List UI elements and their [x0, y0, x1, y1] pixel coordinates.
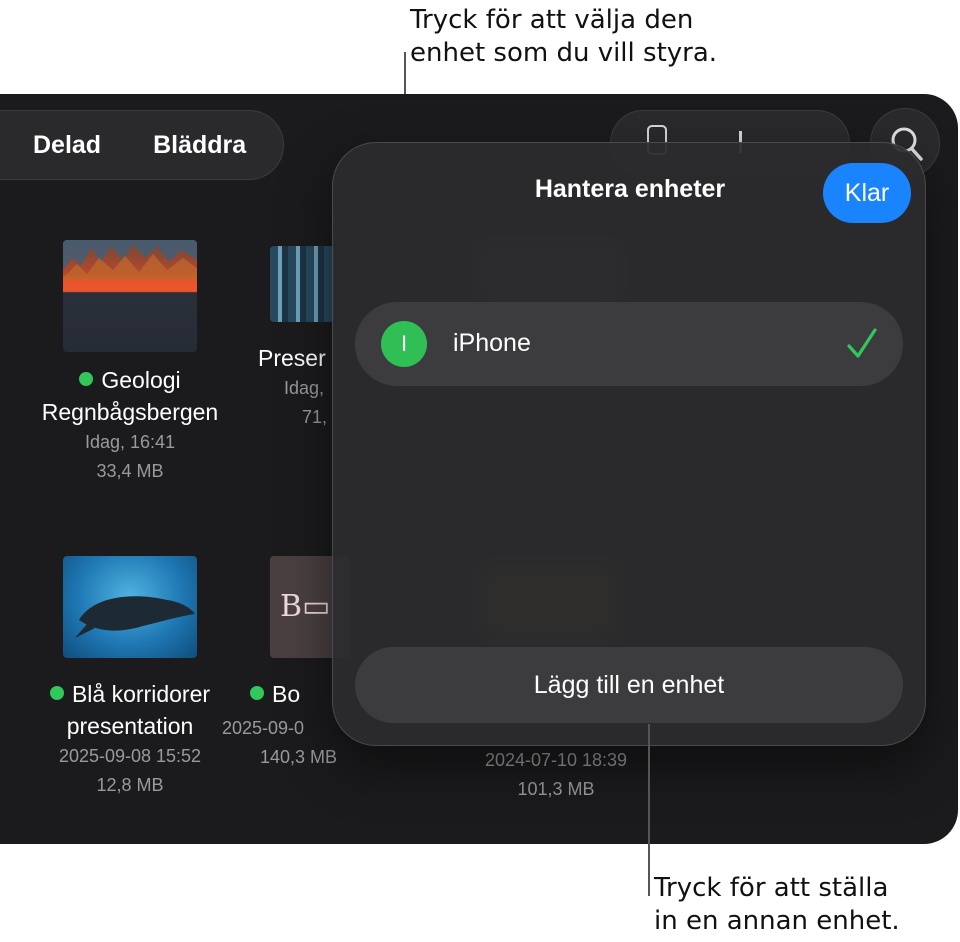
file-date: Idag, 16:41 [84, 432, 176, 452]
done-button[interactable]: Klar [823, 163, 911, 223]
checkmark-icon [847, 328, 877, 358]
sync-status-dot [250, 686, 264, 700]
device-name: iPhone [453, 329, 531, 357]
app-window: Delad Bläddra Geologi Regnbågsbergen Ida… [0, 94, 958, 844]
callout-add-device: Tryck för att ställa in en annan enhet. [654, 872, 954, 938]
file-size: 12,8 MB [96, 775, 164, 795]
tab-browse[interactable]: Bläddra [153, 131, 246, 160]
sync-status-dot [79, 372, 94, 386]
device-avatar: I [381, 321, 427, 367]
callout-line: enhet som du vill styra. [410, 38, 718, 68]
file-thumbnail [63, 240, 197, 352]
file-size: 101,3 MB [517, 779, 595, 799]
callout-select-device: Tryck för att välja den enhet som du vil… [410, 4, 770, 70]
file-name: Geologi [30, 364, 230, 396]
file-item[interactable]: Geologi Regnbågsbergen Idag, 16:41 33,4 … [30, 240, 230, 486]
file-date: 2025-09-08 15:52 [58, 746, 202, 766]
file-item[interactable]: 2024-07-10 18:39 101,3 MB [456, 746, 656, 804]
file-date: 2024-07-10 18:39 [484, 750, 628, 770]
file-name-line2: presentation [66, 713, 194, 739]
device-row-iphone[interactable]: I iPhone [355, 302, 903, 386]
add-device-button[interactable]: Lägg till en enhet [355, 647, 903, 723]
file-size: 33,4 MB [96, 461, 164, 481]
file-size: 140,3 MB [260, 747, 338, 767]
top-navigation: Delad Bläddra [0, 110, 284, 180]
callout-line: Tryck för att välja den [410, 5, 694, 35]
file-thumbnail [63, 556, 197, 658]
tab-shared[interactable]: Delad [33, 131, 101, 160]
file-name: Blå korridorer [30, 678, 230, 710]
leader-line-bottom [648, 724, 650, 896]
file-name-line2: Regnbågsbergen [41, 399, 219, 425]
callout-line: in en annan enhet. [654, 906, 900, 936]
callout-line: Tryck för att ställa [654, 873, 889, 903]
manage-devices-panel: Hantera enheter Klar I iPhone Lägg till … [332, 142, 926, 746]
sync-status-dot [49, 686, 64, 700]
file-thumbnail [270, 246, 334, 322]
file-item[interactable]: Blå korridorer presentation 2025-09-08 1… [30, 556, 230, 800]
